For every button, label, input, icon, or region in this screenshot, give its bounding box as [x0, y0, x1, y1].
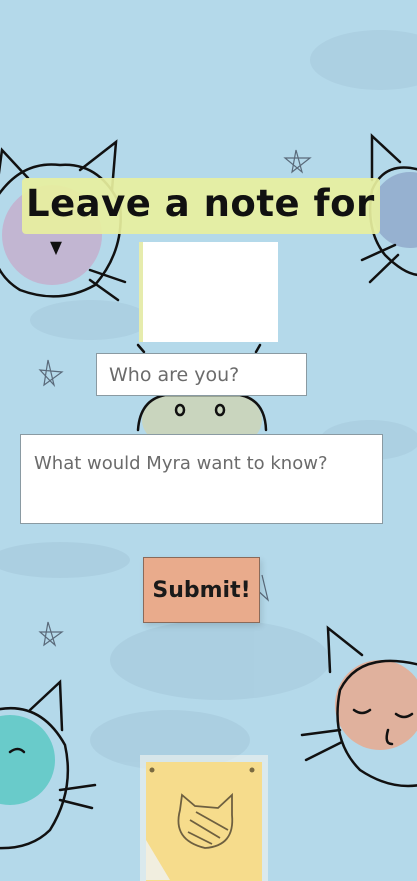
sticky-note-icon [140, 755, 268, 881]
recipient-photo-placeholder [139, 242, 278, 342]
submit-button[interactable]: Submit! [143, 557, 260, 623]
question-input[interactable] [20, 434, 383, 524]
cat-doodle-icon [0, 679, 97, 850]
page-title: Leave a note for [26, 182, 375, 225]
name-input[interactable] [96, 353, 307, 396]
